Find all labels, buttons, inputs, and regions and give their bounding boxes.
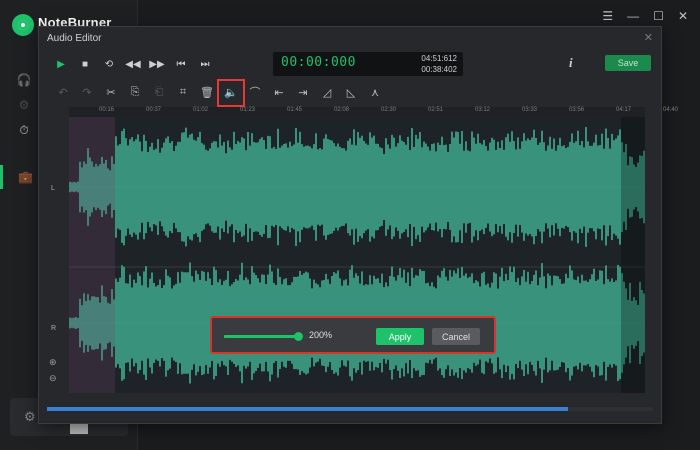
current-time: 00:00:000 [281, 55, 356, 70]
gear-icon[interactable]: ⚙ [24, 409, 36, 425]
play-button[interactable]: ▶ [49, 54, 73, 74]
amplify-icon[interactable]: ⌒ [243, 82, 267, 102]
split-icon[interactable]: ⋏ [363, 82, 387, 102]
ruler-label: 03:33 [522, 107, 538, 113]
editor-title: Audio Editor [47, 32, 102, 44]
ruler-label: 02:30 [381, 107, 397, 113]
ruler-label: 00:37 [146, 107, 162, 113]
zoom-out-icon[interactable]: ⊖ [49, 373, 57, 384]
forward-button[interactable]: ▶▶ [145, 54, 169, 74]
volume-value: 200% [309, 330, 333, 340]
noteburner-logo-icon [12, 14, 34, 36]
loop-button[interactable]: ⟲ [97, 54, 121, 74]
undo-icon[interactable]: ↶ [51, 82, 75, 102]
fade-out-icon[interactable]: ◺ [339, 82, 363, 102]
settings-icon: ⚙ [18, 98, 30, 112]
menu-icon[interactable]: ☰ [602, 9, 613, 23]
delete-icon[interactable]: 🗑 [195, 82, 219, 102]
clock-icon: ⏱ [19, 122, 29, 137]
ruler-label: 04:40 [663, 107, 679, 113]
editor-close-icon[interactable]: ✕ [644, 31, 653, 44]
zoom-in-icon[interactable]: ⊕ [49, 357, 57, 368]
ruler-label: 01:23 [240, 107, 256, 113]
stop-button[interactable]: ■ [73, 54, 97, 74]
minimize-icon[interactable]: — [627, 9, 639, 23]
cancel-button[interactable]: Cancel [432, 328, 480, 345]
copy-icon[interactable]: ⎘ [123, 82, 147, 102]
headphones-icon: 🎧 [16, 73, 32, 87]
ruler-label: 04:17 [616, 107, 632, 113]
close-icon[interactable]: ✕ [678, 9, 688, 23]
editor-titlebar: Audio Editor ✕ [39, 27, 661, 49]
apply-button[interactable]: Apply [376, 328, 424, 345]
volume-slider[interactable] [224, 332, 303, 341]
left-channel-label: L [51, 185, 55, 192]
right-channel-label: R [51, 325, 57, 332]
scrollbar-thumb[interactable] [47, 407, 569, 411]
volume-popup: 200% Apply Cancel [210, 316, 496, 354]
next-button[interactable]: ⏭ [193, 54, 217, 74]
total-time: 04:51:612 [421, 54, 457, 63]
transport-bar: ▶ ■ ⟲ ◀◀ ▶▶ ⏮ ⏭ 00:00:000 04:51:612 00:3… [39, 49, 661, 79]
audio-editor-window: Audio Editor ✕ ▶ ■ ⟲ ◀◀ ▶▶ ⏮ ⏭ 00:00:000… [38, 26, 678, 424]
crop-icon[interactable]: ⌗ [171, 82, 195, 102]
ruler-label: 00:16 [99, 107, 115, 113]
volume-slider-fill [224, 335, 298, 338]
trim-left-icon[interactable]: ⇤ [267, 82, 291, 102]
previous-button[interactable]: ⏮ [169, 54, 193, 74]
unselected-region [621, 117, 645, 393]
fade-in-icon[interactable]: ◿ [315, 82, 339, 102]
trim-right-icon[interactable]: ⇥ [291, 82, 315, 102]
horizontal-scrollbar[interactable] [47, 407, 653, 411]
ruler-label: 01:02 [193, 107, 209, 113]
maximize-icon[interactable]: ☐ [653, 9, 664, 23]
paste-icon[interactable]: ⎗ [147, 82, 171, 102]
toolbox-icon: 💼 [18, 170, 33, 184]
info-icon[interactable]: i [569, 55, 573, 71]
selection-region [69, 117, 115, 393]
rewind-button[interactable]: ◀◀ [121, 54, 145, 74]
timeline-ruler[interactable]: 00:16 00:37 01:02 01:23 01:45 02:08 02:30 02:51… [69, 107, 678, 117]
redo-icon[interactable]: ↷ [75, 82, 99, 102]
window-controls: ☰ — ☐ ✕ [602, 9, 688, 23]
ruler-label: 02:51 [428, 107, 444, 113]
time-display: 00:00:000 04:51:612 00:38:402 [273, 52, 463, 76]
ruler-label: 03:12 [475, 107, 491, 113]
ruler-label: 02:08 [334, 107, 350, 113]
volume-slider-thumb[interactable] [293, 332, 303, 341]
cut-icon[interactable]: ✂ [99, 82, 123, 102]
edit-toolbar: ↶ ↷ ✂ ⎘ ⎗ ⌗ 🗑 🔈 ⌒ ⇤ ⇥ ◿ ◺ ⋏ [39, 79, 661, 105]
volume-tool-highlight [217, 79, 245, 107]
selection-time: 00:38:402 [421, 65, 457, 74]
ruler-label: 01:45 [287, 107, 303, 113]
save-button[interactable]: Save [605, 55, 651, 71]
ruler-label: 03:56 [569, 107, 585, 113]
